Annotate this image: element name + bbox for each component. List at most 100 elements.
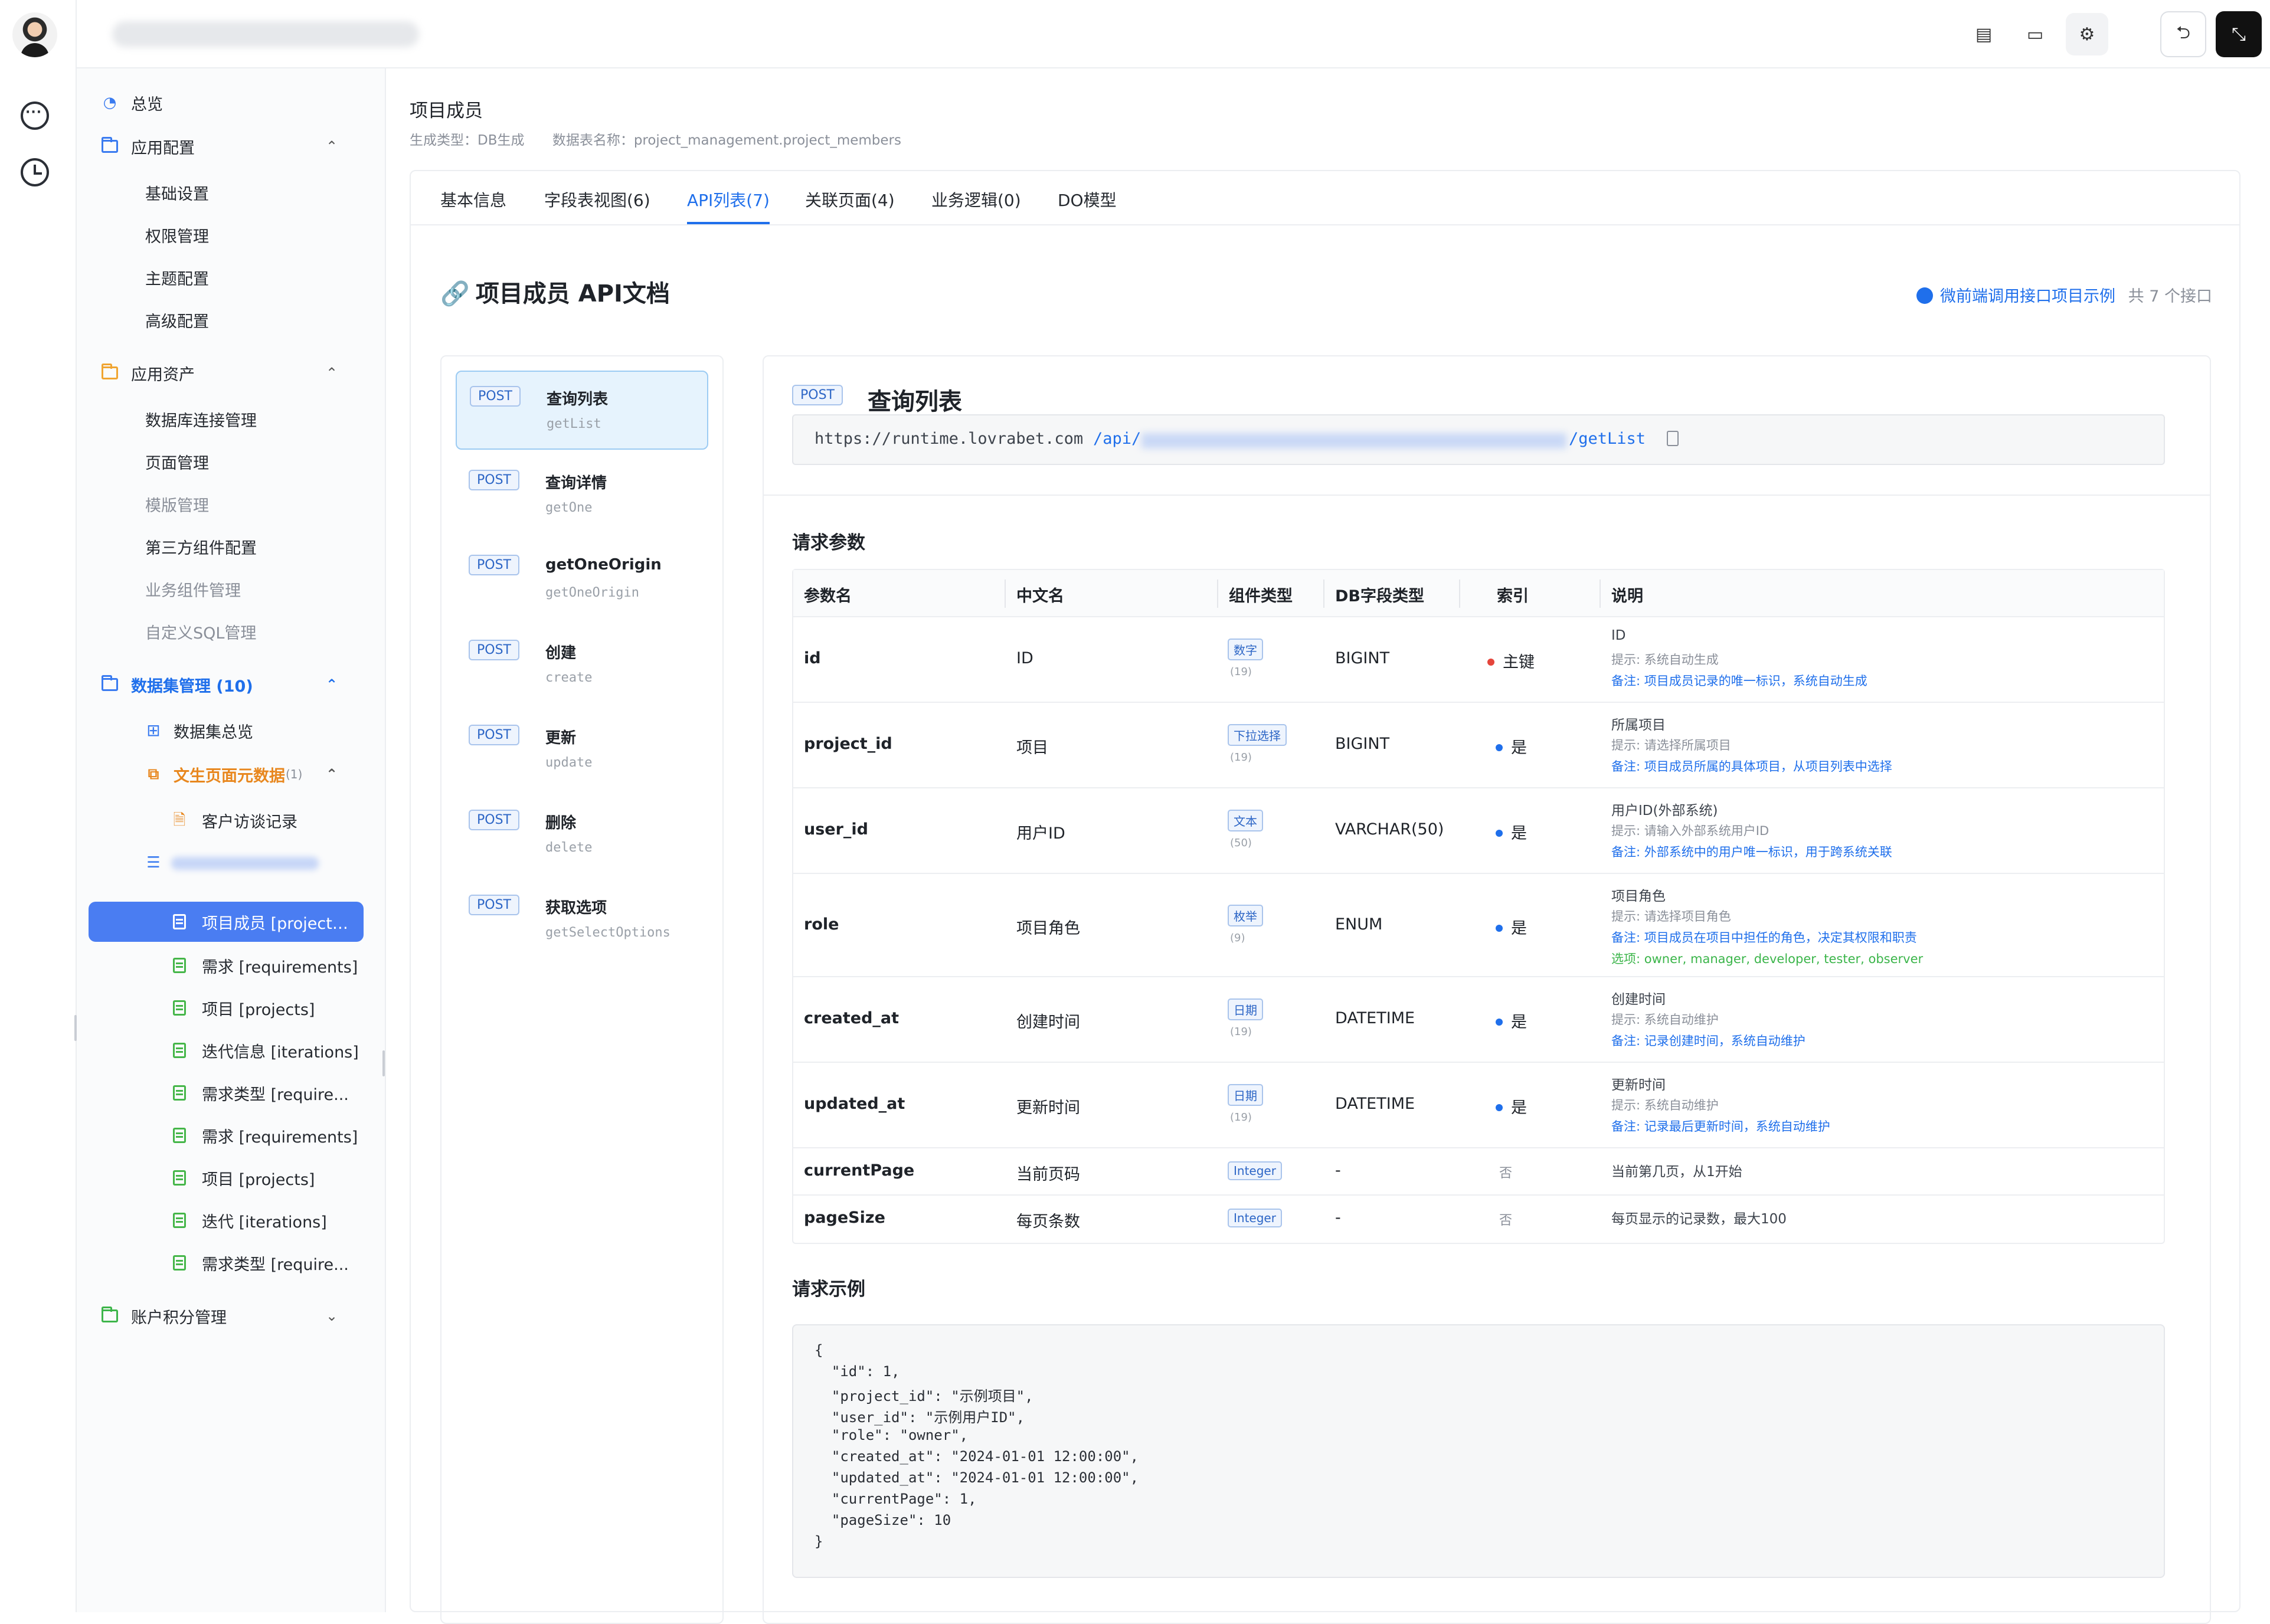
sidebar-item-basic-settings[interactable]: 基础设置	[77, 171, 385, 214]
request-example-code[interactable]: { "id": 1, "project_id": "示例项目", "user_i…	[792, 1324, 2165, 1578]
tab-basic-info[interactable]: 基本信息	[440, 188, 506, 222]
param-name: user_id	[804, 820, 869, 839]
tab-do-model[interactable]: DO模型	[1058, 188, 1117, 222]
resize-handle[interactable]	[382, 1050, 385, 1076]
desc-main: 创建时间	[1611, 992, 1666, 1007]
api-item-getList[interactable]: POST 查询列表 getList	[456, 371, 708, 450]
col-header: 组件类型	[1229, 587, 1293, 605]
db-type: -	[1335, 1161, 1341, 1180]
chevron-up-icon[interactable]: ⌃	[326, 365, 338, 381]
api-item-getOneOrigin[interactable]: POST getOneOrigin getOneOrigin	[456, 541, 708, 620]
tab-field-view[interactable]: 字段表视图(6)	[544, 188, 650, 222]
index-value: 是	[1496, 1095, 1527, 1118]
sidebar-item-label: 页面管理	[145, 454, 209, 473]
tab-bar: 基本信息 字段表视图(6) API列表(7) 关联页面(4) 业务逻辑(0) D…	[411, 171, 2239, 225]
component-type-badge: 枚举	[1228, 905, 1263, 926]
sidebar-item-label: 迭代 [iterations]	[202, 1213, 327, 1232]
sidebar-item-project-members[interactable]: 项目成员 [project_...	[89, 902, 364, 942]
copy-icon[interactable]	[1667, 431, 1679, 446]
sidebar-item-overview[interactable]: ◔ 总览	[77, 81, 385, 124]
api-name: 获取选项	[545, 899, 607, 917]
gear-icon[interactable]: ⚙	[2066, 13, 2108, 55]
table-icon	[171, 1085, 188, 1101]
clock-icon[interactable]	[21, 158, 49, 186]
table-row: updated_at 更新时间 日期 (19) DATETIME 是 更新时间 …	[793, 1063, 2164, 1148]
sidebar-item-dataset-overview[interactable]: ⊞ 数据集总览	[77, 709, 385, 752]
component-type-badge: 数字	[1228, 639, 1263, 660]
index-dot	[1496, 1104, 1503, 1111]
sidebar-item-requirements[interactable]: 需求 [requirements]	[77, 944, 385, 987]
sidebar-item-requirements-2[interactable]: 需求 [requirements]	[77, 1114, 385, 1157]
sidebar-item-label: 需求 [requirements]	[202, 1128, 358, 1147]
chevron-down-icon[interactable]: ⌄	[326, 1308, 338, 1324]
sidebar-item-iterations[interactable]: 迭代信息 [iterations]	[77, 1029, 385, 1072]
sidebar-item-requirement-types[interactable]: 需求类型 [require...	[77, 1072, 385, 1114]
sidebar-item-requirement-types-2[interactable]: 需求类型 [require...	[77, 1242, 385, 1284]
gen-type: 生成类型：DB生成	[410, 133, 525, 148]
tab-api-list[interactable]: API列表(7)	[687, 188, 770, 224]
sidebar-group-redacted[interactable]: ☰	[77, 842, 385, 884]
table-icon	[171, 914, 188, 929]
api-item-getSelectOptions[interactable]: POST 获取选项 getSelectOptions	[456, 880, 708, 960]
component-type-badge: Integer	[1228, 1161, 1282, 1180]
api-name: 查询详情	[545, 474, 607, 492]
sidebar-item-label: 需求类型 [require...	[202, 1255, 349, 1274]
sidebar-item-pages[interactable]: 页面管理	[77, 440, 385, 483]
sidebar-item-permissions[interactable]: 权限管理	[77, 214, 385, 256]
api-item-create[interactable]: POST 创建 create	[456, 626, 708, 705]
chevron-up-icon[interactable]: ⌃	[326, 138, 338, 155]
example-project-link[interactable]: 微前端调用接口项目示例	[1916, 283, 2115, 306]
sidebar-group-app-config[interactable]: 应用配置 ⌃	[77, 125, 385, 168]
col-header: DB字段类型	[1335, 587, 1424, 605]
chevron-up-icon[interactable]: ⌃	[326, 766, 338, 782]
table-name: 数据表名称：project_management.project_members	[552, 133, 901, 148]
table-icon	[171, 1000, 188, 1016]
param-name: currentPage	[804, 1161, 915, 1180]
sidebar-item-templates[interactable]: 模版管理	[77, 483, 385, 525]
chat-icon[interactable]	[21, 102, 49, 130]
sidebar-item-customer-interviews[interactable]: 🗎 客户访谈记录	[77, 799, 385, 842]
sidebar-item-label: 自定义SQL管理	[145, 624, 257, 643]
sidebar-item-theme[interactable]: 主题配置	[77, 256, 385, 299]
example-link-text: 微前端调用接口项目示例	[1940, 287, 2115, 306]
exit-icon[interactable]: ⮌	[2160, 11, 2206, 57]
sidebar-group-text2page[interactable]: ⧉ 文生页面元数据 (1) ⌃	[77, 753, 385, 795]
method-badge: POST	[470, 386, 521, 407]
avatar[interactable]	[12, 12, 57, 57]
monitor-icon[interactable]: ▭	[2014, 13, 2056, 55]
doc-title-text: 项目成员 API文档	[475, 280, 670, 307]
api-list: POST 查询列表 getList POST 查询详情 getOne POST …	[440, 355, 724, 1624]
sidebar-item-projects[interactable]: 项目 [projects]	[77, 987, 385, 1029]
code-line: "role": "owner",	[815, 1427, 969, 1443]
api-item-delete[interactable]: POST 删除 delete	[456, 795, 708, 875]
endpoint-url[interactable]: https://runtime.lovrabet.com /api/ /getL…	[792, 414, 2165, 465]
code-line: }	[815, 1533, 823, 1550]
table-icon	[171, 1213, 188, 1228]
desc-main: 项目角色	[1611, 889, 1666, 904]
sidebar-item-iterations-2[interactable]: 迭代 [iterations]	[77, 1199, 385, 1242]
api-item-update[interactable]: POST 更新 update	[456, 711, 708, 790]
sidebar-item-biz-components[interactable]: 业务组件管理	[77, 568, 385, 610]
method-badge: POST	[469, 470, 519, 490]
col-header: 说明	[1611, 587, 1643, 605]
sidebar-item-advanced[interactable]: 高级配置	[77, 299, 385, 341]
api-detail: POST 查询列表 https://runtime.lovrabet.com /…	[763, 355, 2211, 1624]
chevron-up-icon[interactable]: ⌃	[326, 676, 338, 693]
sidebar-group-points[interactable]: 账户积分管理 ⌄	[77, 1295, 385, 1337]
sidebar-item-custom-sql[interactable]: 自定义SQL管理	[77, 610, 385, 653]
fullscreen-icon[interactable]: ⤡	[2216, 11, 2262, 57]
table-header: 参数名 中文名 组件类型 DB字段类型 索引 说明	[793, 570, 2164, 617]
api-name: getOneOrigin	[545, 556, 662, 574]
component-length: (50)	[1230, 837, 1252, 849]
tab-business-logic[interactable]: 业务逻辑(0)	[931, 188, 1021, 222]
tab-related-pages[interactable]: 关联页面(4)	[805, 188, 895, 222]
sidebar-item-projects-2[interactable]: 项目 [projects]	[77, 1157, 385, 1199]
sidebar-group-datasets[interactable]: 数据集管理 (10) ⌃	[77, 663, 385, 706]
component-length: (9)	[1230, 932, 1245, 944]
sidebar-item-db-connections[interactable]: 数据库连接管理	[77, 398, 385, 440]
api-item-getOne[interactable]: POST 查询详情 getOne	[456, 456, 708, 535]
sidebar-group-app-assets[interactable]: 应用资产 ⌃	[77, 352, 385, 394]
sidebar-item-third-party[interactable]: 第三方组件配置	[77, 525, 385, 568]
document-icon[interactable]: ▤	[1962, 13, 2005, 55]
api-code: create	[545, 670, 593, 685]
